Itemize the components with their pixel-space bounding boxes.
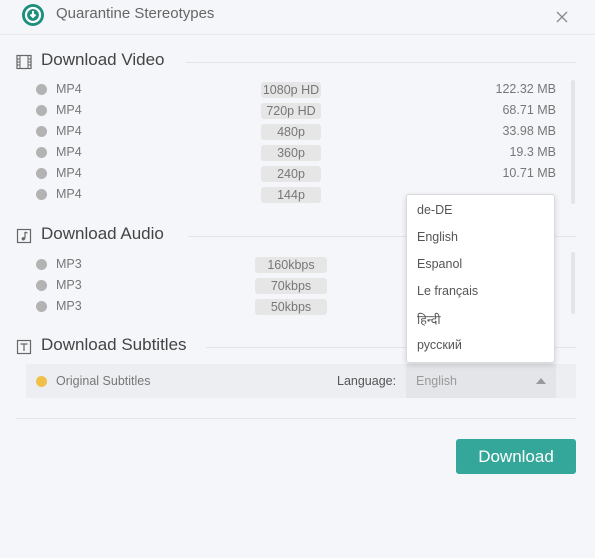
language-select[interactable]: English bbox=[406, 364, 556, 398]
video-scrollbar[interactable] bbox=[571, 80, 575, 204]
radio-button[interactable] bbox=[36, 259, 47, 270]
audio-scrollbar[interactable] bbox=[571, 252, 575, 314]
title-bar: Quarantine Stereotypes bbox=[0, 0, 595, 34]
language-label: Language: bbox=[337, 374, 397, 388]
close-button[interactable] bbox=[552, 7, 572, 27]
radio-button[interactable] bbox=[36, 301, 47, 312]
title-divider bbox=[0, 34, 595, 35]
radio-button[interactable] bbox=[36, 84, 47, 95]
quality-badge: 70kbps bbox=[255, 278, 327, 294]
window-title: Quarantine Stereotypes bbox=[56, 5, 215, 22]
music-file-icon bbox=[16, 228, 32, 244]
file-size: 10.71 MB bbox=[502, 166, 556, 180]
format-label: MP4 bbox=[56, 124, 82, 138]
language-option[interactable]: English bbox=[417, 230, 547, 250]
quality-badge: 480p bbox=[261, 124, 321, 140]
video-section-title: Download Video bbox=[41, 50, 165, 69]
format-label: MP4 bbox=[56, 187, 82, 201]
download-button[interactable]: Download bbox=[456, 439, 576, 474]
subtitles-section-title: Download Subtitles bbox=[41, 335, 187, 354]
radio-button[interactable] bbox=[36, 126, 47, 137]
video-option-row[interactable]: MP4 480p 33.98 MB bbox=[36, 123, 556, 141]
video-option-row[interactable]: MP4 360p 19.3 MB bbox=[36, 144, 556, 162]
radio-button[interactable] bbox=[36, 105, 47, 116]
language-option[interactable]: русский bbox=[417, 338, 547, 358]
quality-badge: 360p bbox=[261, 145, 321, 161]
app-logo-icon bbox=[22, 4, 44, 26]
video-option-row[interactable]: MP4 1080p HD 122.32 MB bbox=[36, 81, 556, 99]
quality-badge: 160kbps bbox=[255, 257, 327, 273]
quality-badge: 1080p HD bbox=[261, 82, 321, 98]
language-option[interactable]: हिन्दी bbox=[417, 311, 547, 331]
language-dropdown: de-DE English Espanol Le français हिन्दी… bbox=[406, 194, 555, 363]
footer-divider bbox=[16, 418, 576, 419]
format-label: MP4 bbox=[56, 145, 82, 159]
video-section-header: Download Video bbox=[16, 50, 576, 74]
radio-button[interactable] bbox=[36, 280, 47, 291]
language-option[interactable]: Le français bbox=[417, 284, 547, 304]
section-divider bbox=[186, 62, 576, 63]
radio-button[interactable] bbox=[36, 147, 47, 158]
quality-badge: 144p bbox=[261, 187, 321, 203]
radio-button-selected[interactable] bbox=[36, 376, 47, 387]
format-label: MP3 bbox=[56, 299, 82, 313]
video-option-row[interactable]: MP4 720p HD 68.71 MB bbox=[36, 102, 556, 120]
format-label: MP4 bbox=[56, 82, 82, 96]
caret-up-icon bbox=[536, 378, 546, 384]
quality-badge: 720p HD bbox=[261, 103, 321, 119]
language-selected-value: English bbox=[416, 374, 457, 388]
quality-badge: 240p bbox=[261, 166, 321, 182]
language-option[interactable]: de-DE bbox=[417, 203, 547, 223]
format-label: MP3 bbox=[56, 257, 82, 271]
text-icon bbox=[16, 339, 32, 355]
radio-button[interactable] bbox=[36, 168, 47, 179]
format-label: MP4 bbox=[56, 166, 82, 180]
quality-badge: 50kbps bbox=[255, 299, 327, 315]
subtitle-option-label: Original Subtitles bbox=[56, 374, 151, 388]
radio-button[interactable] bbox=[36, 189, 47, 200]
file-size: 19.3 MB bbox=[509, 145, 556, 159]
language-option[interactable]: Espanol bbox=[417, 257, 547, 277]
file-size: 122.32 MB bbox=[495, 82, 556, 96]
file-size: 33.98 MB bbox=[502, 124, 556, 138]
close-icon bbox=[556, 11, 568, 23]
film-icon bbox=[16, 54, 32, 70]
audio-section-title: Download Audio bbox=[41, 224, 164, 243]
format-label: MP3 bbox=[56, 278, 82, 292]
subtitle-option-row[interactable]: Original Subtitles Language: English bbox=[26, 364, 576, 398]
format-label: MP4 bbox=[56, 103, 82, 117]
video-option-row[interactable]: MP4 240p 10.71 MB bbox=[36, 165, 556, 183]
file-size: 68.71 MB bbox=[502, 103, 556, 117]
